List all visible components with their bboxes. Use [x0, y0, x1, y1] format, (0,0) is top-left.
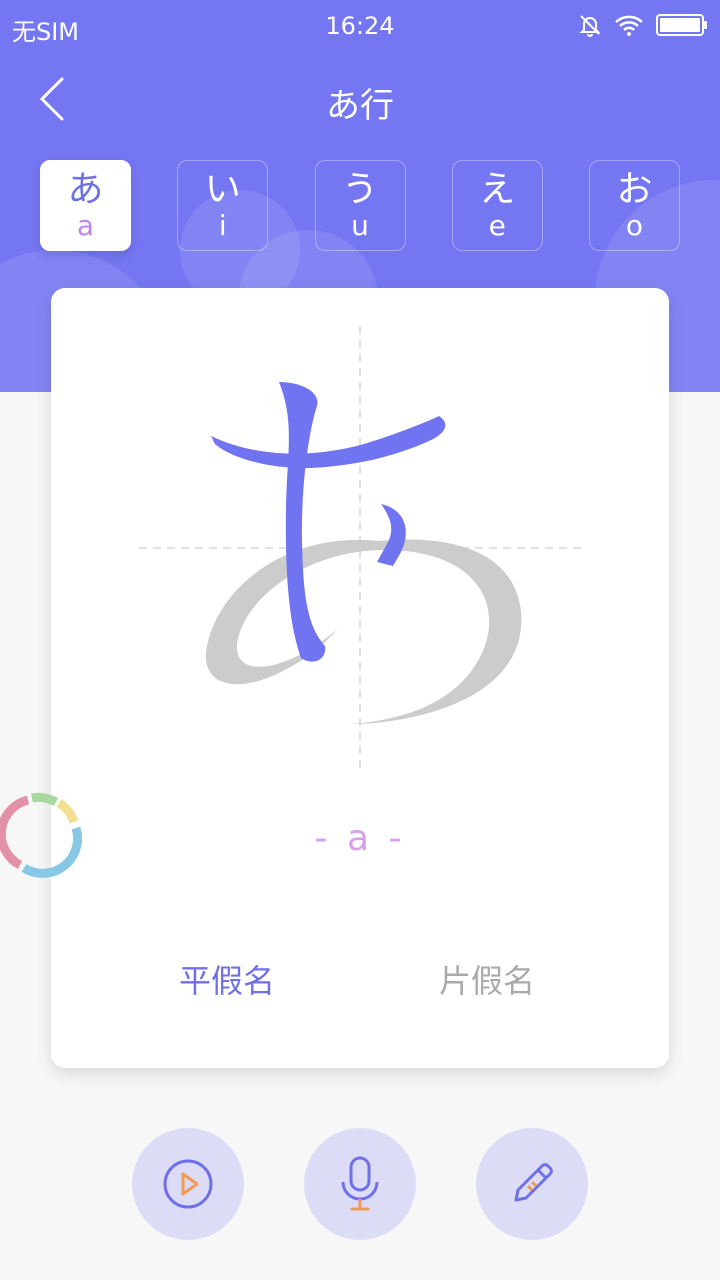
tab-kana: う: [341, 168, 378, 210]
tab-e[interactable]: え e: [451, 160, 543, 251]
floating-assistant-icon[interactable]: [0, 788, 86, 878]
action-bar: [0, 1128, 720, 1240]
romaji-label: - a -: [314, 818, 406, 859]
practice-writing-button[interactable]: [476, 1128, 588, 1240]
status-bar: 无SIM 16:24: [0, 0, 720, 50]
kana-stroke-2: [279, 382, 326, 662]
tab-kana: お: [616, 168, 653, 210]
play-circle-icon: [163, 1159, 213, 1209]
record-voice-button[interactable]: [304, 1128, 416, 1240]
tab-romaji: a: [76, 208, 95, 242]
pencil-icon: [514, 1163, 553, 1202]
status-icons: [578, 12, 708, 38]
tab-u[interactable]: う u: [314, 160, 406, 251]
kana-stroke-3-pending: [205, 539, 522, 724]
battery-icon: [656, 14, 707, 36]
character-card: - a - 平假名 片假名: [51, 288, 669, 1068]
script-toggle: 平假名 片假名: [51, 956, 669, 1006]
tab-kana: い: [204, 168, 241, 210]
tab-a[interactable]: あ a: [40, 160, 131, 251]
kana-tabs: あ a い i う u え e お o: [40, 160, 680, 252]
wifi-icon: [615, 15, 643, 36]
katakana-button[interactable]: 片假名: [439, 956, 535, 1002]
kana-stroke-1: [211, 416, 446, 469]
page-title: あ行: [326, 86, 394, 126]
tab-o[interactable]: お o: [589, 160, 680, 251]
tab-romaji: o: [625, 208, 644, 242]
tab-romaji: u: [351, 208, 369, 242]
stroke-order-canvas: [139, 326, 581, 770]
tab-romaji: i: [218, 208, 227, 242]
tab-i[interactable]: い i: [177, 160, 269, 251]
kana-stroke-3-progress: [377, 504, 406, 566]
play-audio-button[interactable]: [132, 1128, 244, 1240]
microphone-icon: [341, 1156, 379, 1211]
tab-romaji: e: [488, 208, 506, 242]
hiragana-button[interactable]: 平假名: [179, 956, 275, 1002]
nav-bar: あ行: [0, 60, 720, 140]
tab-kana: え: [479, 168, 516, 210]
mute-bell-icon: [579, 15, 601, 37]
tab-kana: あ: [67, 168, 104, 210]
